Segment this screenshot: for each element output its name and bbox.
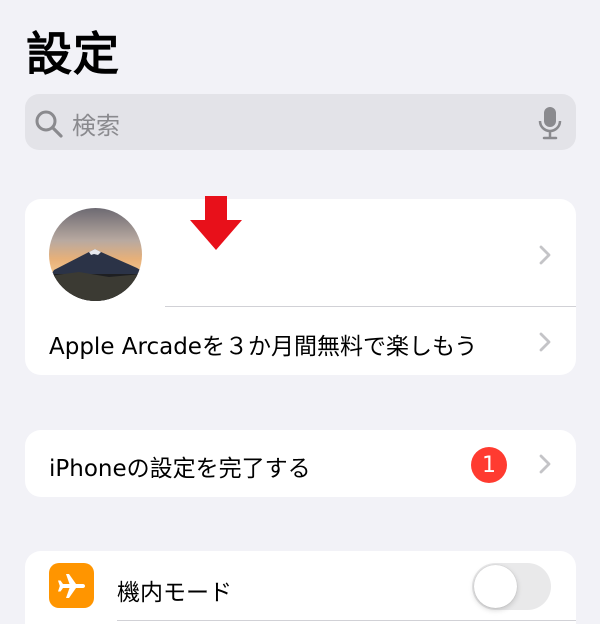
airplane-icon [57,573,85,598]
chevron-right-icon [539,332,551,352]
profile-card: Apple Arcadeを３か月間無料で楽しもう [25,199,576,375]
page-title: 設定 [26,27,120,81]
mountain-sunset-avatar [49,208,142,301]
notification-badge: 1 [471,447,507,483]
profile-avatar[interactable] [49,208,142,301]
search-input[interactable]: 検索 [72,106,120,141]
red-down-arrow-icon [190,196,242,250]
apple-arcade-promo[interactable]: Apple Arcadeを３か月間無料で楽しもう [49,327,477,361]
toggle-knob [474,565,517,608]
chevron-right-icon [539,245,551,265]
settings-screen: 設定 検索 Apple Arcadeを３か月間無料で楽しもう iPhoneの設定… [0,0,600,624]
row-divider [117,620,576,621]
chevron-right-icon [539,454,551,474]
airplane-mode-icon-tile [49,563,94,608]
setup-label: iPhoneの設定を完了する [49,456,311,482]
airplane-mode-label: 機内モード [117,580,232,606]
microphone-icon[interactable] [538,106,562,140]
search-icon [35,110,63,138]
row-divider [165,306,576,307]
